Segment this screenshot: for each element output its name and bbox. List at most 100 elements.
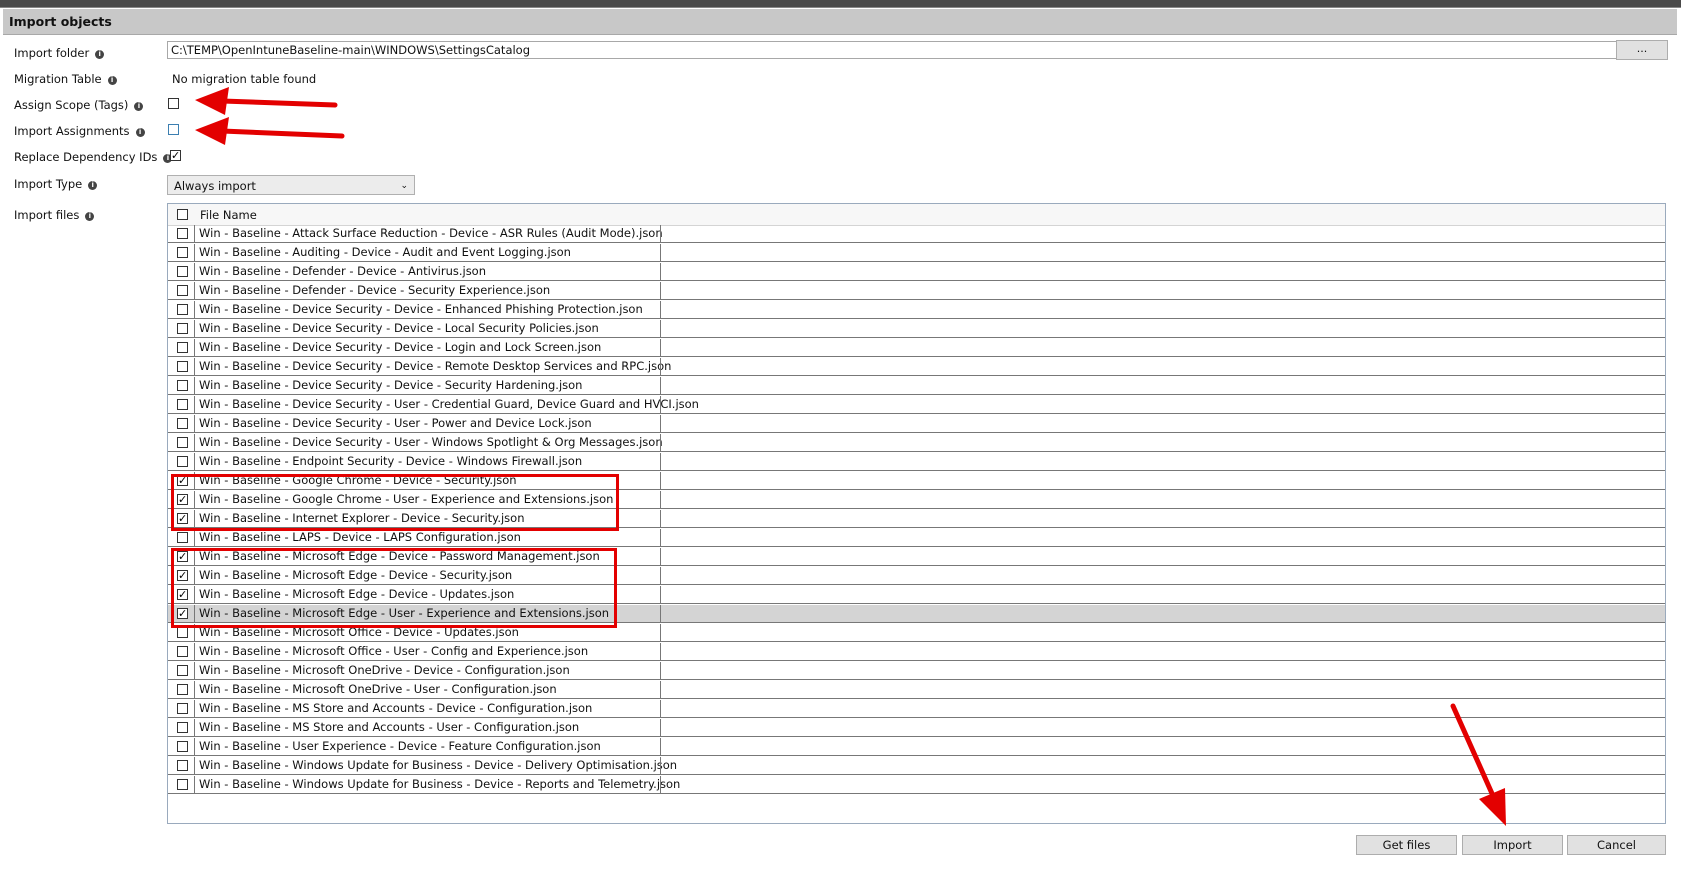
row-checkbox[interactable] bbox=[177, 399, 188, 410]
table-row[interactable]: Win - Baseline - MS Store and Accounts -… bbox=[168, 700, 1665, 718]
column-divider bbox=[660, 757, 661, 774]
column-divider bbox=[194, 396, 195, 413]
row-checkbox[interactable] bbox=[177, 380, 188, 391]
row-checkbox[interactable] bbox=[177, 627, 188, 638]
row-checkbox[interactable] bbox=[177, 418, 188, 429]
browse-folder-button[interactable]: ... bbox=[1616, 40, 1668, 60]
table-row[interactable]: Win - Baseline - Defender - Device - Sec… bbox=[168, 282, 1665, 300]
cancel-button[interactable]: Cancel bbox=[1567, 835, 1666, 855]
table-row[interactable]: Win - Baseline - Microsoft OneDrive - De… bbox=[168, 662, 1665, 680]
file-name-cell: Win - Baseline - MS Store and Accounts -… bbox=[199, 701, 593, 715]
row-checkbox[interactable] bbox=[177, 646, 188, 657]
row-checkbox[interactable] bbox=[177, 779, 188, 790]
table-row[interactable]: Win - Baseline - Defender - Device - Ant… bbox=[168, 263, 1665, 281]
table-row[interactable]: Win - Baseline - Microsoft OneDrive - Us… bbox=[168, 681, 1665, 699]
row-checkbox[interactable] bbox=[177, 703, 188, 714]
column-divider bbox=[660, 700, 661, 717]
column-divider bbox=[660, 510, 661, 527]
get-files-button[interactable]: Get files bbox=[1356, 835, 1457, 855]
table-row[interactable]: Win - Baseline - MS Store and Accounts -… bbox=[168, 719, 1665, 737]
arrow-import-assignments bbox=[195, 117, 345, 145]
info-icon[interactable]: i bbox=[85, 212, 95, 221]
import-files-label-text: Import files bbox=[14, 208, 80, 222]
column-divider bbox=[660, 225, 661, 242]
row-checkbox[interactable] bbox=[177, 323, 188, 334]
table-row[interactable]: Win - Baseline - Windows Update for Busi… bbox=[168, 776, 1665, 794]
file-name-cell: Win - Baseline - Defender - Device - Ant… bbox=[199, 264, 487, 278]
table-row[interactable]: Win - Baseline - Attack Surface Reductio… bbox=[168, 225, 1665, 243]
column-divider bbox=[660, 719, 661, 736]
file-name-cell: Win - Baseline - Defender - Device - Sec… bbox=[199, 283, 551, 297]
column-divider bbox=[194, 434, 195, 451]
table-row[interactable]: Win - Baseline - Auditing - Device - Aud… bbox=[168, 244, 1665, 262]
info-icon[interactable]: i bbox=[135, 128, 145, 137]
table-row[interactable]: Win - Baseline - Device Security - User … bbox=[168, 415, 1665, 433]
column-divider bbox=[194, 662, 195, 679]
table-row[interactable]: Win - Baseline - Endpoint Security - Dev… bbox=[168, 453, 1665, 471]
row-checkbox[interactable] bbox=[177, 456, 188, 467]
column-header-file-name[interactable]: File Name bbox=[200, 208, 257, 222]
file-name-cell: Win - Baseline - Device Security - User … bbox=[199, 416, 592, 430]
column-divider bbox=[660, 320, 661, 337]
assign-scope-label-text: Assign Scope (Tags) bbox=[14, 98, 129, 112]
info-icon[interactable]: i bbox=[107, 76, 117, 85]
column-divider bbox=[660, 377, 661, 394]
table-row[interactable]: Win - Baseline - Device Security - User … bbox=[168, 396, 1665, 414]
table-row[interactable]: Win - Baseline - Device Security - Devic… bbox=[168, 339, 1665, 357]
column-divider bbox=[194, 700, 195, 717]
row-checkbox[interactable] bbox=[177, 684, 188, 695]
file-name-cell: Win - Baseline - Windows Update for Busi… bbox=[199, 777, 681, 791]
column-divider bbox=[660, 358, 661, 375]
row-checkbox[interactable] bbox=[177, 722, 188, 733]
table-row[interactable]: Win - Baseline - LAPS - Device - LAPS Co… bbox=[168, 529, 1665, 547]
row-checkbox[interactable] bbox=[177, 228, 188, 239]
column-divider bbox=[194, 529, 195, 546]
row-checkbox[interactable] bbox=[177, 760, 188, 771]
column-divider bbox=[660, 434, 661, 451]
column-divider bbox=[194, 719, 195, 736]
row-checkbox[interactable] bbox=[177, 342, 188, 353]
row-checkbox[interactable] bbox=[177, 741, 188, 752]
table-row[interactable]: Win - Baseline - Device Security - Devic… bbox=[168, 301, 1665, 319]
import-assignments-checkbox[interactable] bbox=[168, 124, 179, 135]
column-divider bbox=[660, 263, 661, 280]
row-checkbox[interactable] bbox=[177, 361, 188, 372]
row-checkbox[interactable] bbox=[177, 532, 188, 543]
table-row[interactable]: Win - Baseline - Windows Update for Busi… bbox=[168, 757, 1665, 775]
column-divider bbox=[660, 605, 661, 622]
column-divider bbox=[660, 491, 661, 508]
import-folder-input[interactable] bbox=[167, 41, 1619, 59]
select-all-checkbox[interactable] bbox=[177, 209, 188, 220]
info-icon[interactable]: i bbox=[95, 50, 105, 59]
file-name-cell: Win - Baseline - Microsoft OneDrive - De… bbox=[199, 663, 570, 677]
column-divider bbox=[194, 320, 195, 337]
row-checkbox[interactable] bbox=[177, 304, 188, 315]
table-row[interactable]: Win - Baseline - Microsoft Office - User… bbox=[168, 643, 1665, 661]
row-checkbox[interactable] bbox=[177, 437, 188, 448]
import-type-select[interactable]: Always import ⌄ bbox=[167, 175, 415, 195]
row-checkbox[interactable] bbox=[177, 285, 188, 296]
chevron-down-icon: ⌄ bbox=[400, 181, 408, 191]
file-name-cell: Win - Baseline - Device Security - Devic… bbox=[199, 321, 599, 335]
row-checkbox[interactable] bbox=[177, 266, 188, 277]
import-folder-label-text: Import folder bbox=[14, 46, 90, 60]
table-row[interactable]: Win - Baseline - Device Security - User … bbox=[168, 434, 1665, 452]
info-icon[interactable]: i bbox=[134, 102, 144, 111]
file-name-cell: Win - Baseline - Microsoft OneDrive - Us… bbox=[199, 682, 557, 696]
assign-scope-checkbox[interactable] bbox=[168, 98, 179, 109]
info-icon[interactable]: i bbox=[88, 181, 98, 190]
table-row[interactable]: Win - Baseline - Device Security - Devic… bbox=[168, 377, 1665, 395]
column-divider bbox=[194, 358, 195, 375]
import-button[interactable]: Import bbox=[1462, 835, 1563, 855]
table-row[interactable]: Win - Baseline - Device Security - Devic… bbox=[168, 358, 1665, 376]
replace-dependency-checkbox[interactable]: ✓ bbox=[170, 150, 181, 161]
table-row[interactable]: Win - Baseline - User Experience - Devic… bbox=[168, 738, 1665, 756]
row-checkbox[interactable] bbox=[177, 665, 188, 676]
table-row[interactable]: Win - Baseline - Device Security - Devic… bbox=[168, 320, 1665, 338]
file-name-cell: Win - Baseline - User Experience - Devic… bbox=[199, 739, 601, 753]
column-divider bbox=[194, 282, 195, 299]
column-divider bbox=[660, 681, 661, 698]
row-checkbox[interactable] bbox=[177, 247, 188, 258]
column-divider bbox=[194, 415, 195, 432]
column-divider bbox=[194, 263, 195, 280]
